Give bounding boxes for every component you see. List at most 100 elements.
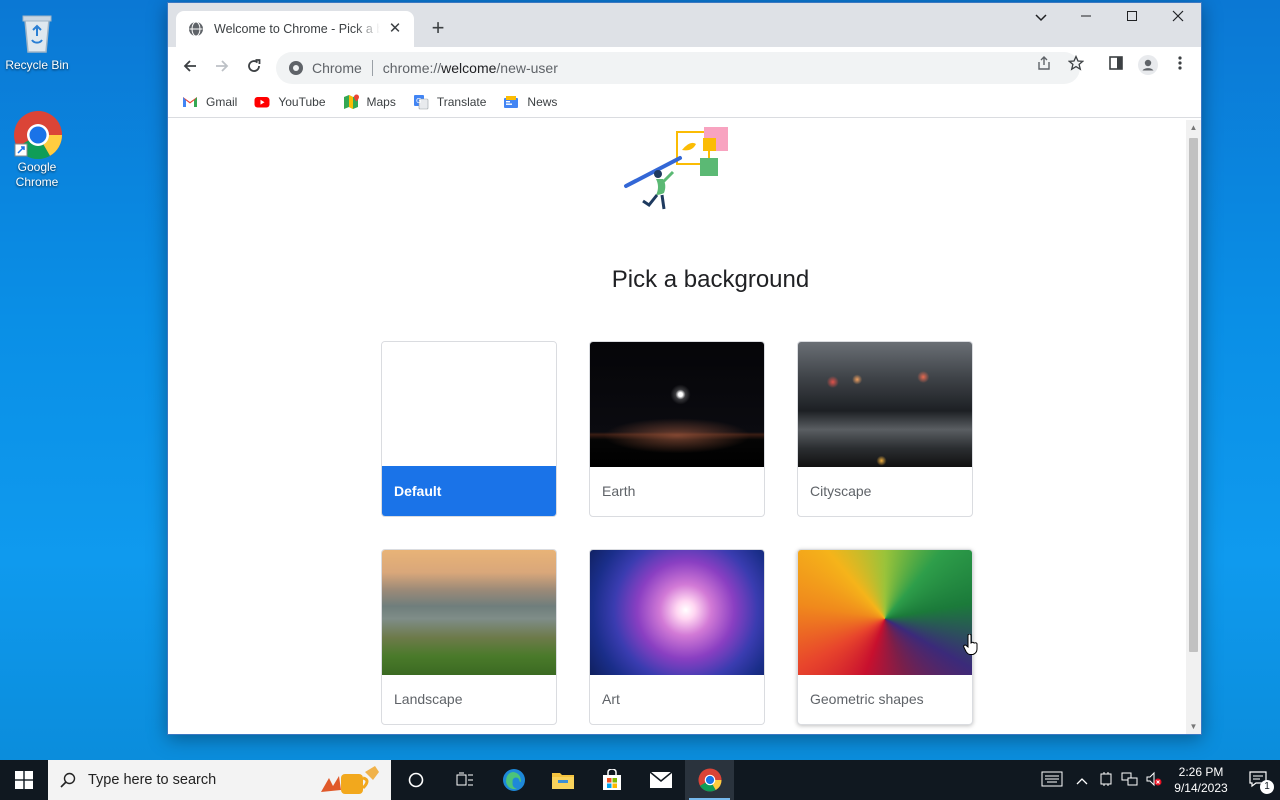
art-thumbnail <box>590 550 764 675</box>
painter-illustration <box>624 127 728 210</box>
background-card-earth[interactable]: Earth <box>589 341 765 517</box>
bookmark-star-icon[interactable] <box>1064 54 1088 79</box>
earth-thumbnail <box>590 342 764 467</box>
background-card-cityscape[interactable]: Cityscape <box>797 341 973 517</box>
google-chrome-desktop-icon[interactable]: Google Chrome <box>0 110 74 190</box>
card-label: Cityscape <box>810 483 872 499</box>
taskbar-search-box[interactable]: Type here to search <box>48 760 391 800</box>
show-hidden-icons-chevron-icon[interactable] <box>1070 773 1094 788</box>
welcome-page: Pick a background Default Earth Cityscap… <box>168 120 1186 734</box>
cortana-button[interactable] <box>391 760 440 800</box>
chrome-window: Welcome to Chrome - Pick a background ✕ … <box>167 2 1202 735</box>
bookmarks-bar: Gmail YouTube Maps G Translate News <box>168 87 1201 118</box>
globe-icon <box>189 21 203 37</box>
tab-welcome[interactable]: Welcome to Chrome - Pick a background ✕ <box>176 11 414 47</box>
folder-icon <box>551 773 574 789</box>
translate-icon: G <box>413 95 429 110</box>
title-bar: Welcome to Chrome - Pick a background ✕ … <box>168 3 1201 47</box>
bookmark-translate[interactable]: G Translate <box>413 94 487 110</box>
taskbar-chrome[interactable] <box>685 760 734 800</box>
network-icon[interactable] <box>1118 771 1142 790</box>
url-host: welcome <box>441 60 497 76</box>
card-label: Default <box>382 466 556 516</box>
maximize-button[interactable] <box>1109 3 1155 35</box>
taskbar-store[interactable] <box>587 760 636 800</box>
address-bar[interactable]: Chrome chrome://welcome/new-user <box>276 52 1080 84</box>
profile-avatar-icon[interactable] <box>1136 55 1160 79</box>
volume-muted-icon[interactable] <box>1142 771 1166 790</box>
card-label: Earth <box>602 483 636 499</box>
bookmark-label: News <box>527 95 558 109</box>
background-card-default[interactable]: Default <box>381 341 557 517</box>
cortana-circle-icon <box>408 772 423 788</box>
device-icon[interactable] <box>1094 771 1118 790</box>
tab-search-icon[interactable] <box>1018 3 1064 35</box>
recycle-bin-desktop-icon[interactable]: Recycle Bin <box>0 8 74 73</box>
svg-text:G: G <box>416 97 421 105</box>
minimize-button[interactable] <box>1063 3 1109 35</box>
gmail-icon <box>183 97 197 107</box>
chrome-site-icon <box>289 61 303 75</box>
page-scrollbar[interactable]: ▲ ▼ <box>1186 120 1201 734</box>
background-card-geometric-shapes[interactable]: Geometric shapes <box>797 549 973 725</box>
bookmark-label: YouTube <box>278 95 326 109</box>
bookmark-label: Translate <box>436 95 487 109</box>
notification-center-button[interactable]: 1 <box>1236 770 1280 794</box>
card-label: Art <box>602 691 620 707</box>
background-card-landscape[interactable]: Landscape <box>381 549 557 725</box>
clock-time: 2:26 PM <box>1178 765 1224 779</box>
chrome-logo-icon <box>13 110 63 160</box>
maps-icon <box>343 94 359 109</box>
task-view-icon <box>456 772 473 786</box>
scroll-up-arrow-icon[interactable]: ▲ <box>1186 120 1201 135</box>
bookmark-youtube[interactable]: YouTube <box>254 94 326 110</box>
start-button[interactable] <box>0 760 48 800</box>
card-label: Geometric shapes <box>810 691 924 707</box>
task-view-button[interactable] <box>440 760 489 800</box>
bookmark-label: Gmail <box>206 95 238 109</box>
reload-button[interactable] <box>241 55 267 81</box>
bookmark-maps[interactable]: Maps <box>343 94 396 110</box>
recycle-bin-label: Recycle Bin <box>5 58 69 72</box>
bookmark-gmail[interactable]: Gmail <box>182 94 237 110</box>
chrome-taskbar-icon <box>697 768 722 792</box>
url-scheme: chrome:// <box>382 60 442 76</box>
mail-envelope-icon <box>649 771 672 788</box>
youtube-icon <box>254 97 270 108</box>
taskbar: Type here to search 2:26 PM 9/14/2023 1 <box>0 760 1280 800</box>
taskbar-edge[interactable] <box>489 760 538 800</box>
taskbar-mail[interactable] <box>636 760 685 800</box>
notification-count-badge: 1 <box>1260 779 1274 794</box>
bookmark-news[interactable]: News <box>503 94 557 110</box>
toolbar: Chrome chrome://welcome/new-user <box>168 47 1201 87</box>
back-button[interactable] <box>177 55 203 81</box>
tab-close-icon[interactable]: ✕ <box>386 20 404 38</box>
card-label: Landscape <box>394 691 463 707</box>
default-thumbnail <box>382 342 556 467</box>
autumn-leaves-highlight-icon <box>321 766 379 794</box>
scroll-down-arrow-icon[interactable]: ▼ <box>1186 719 1201 734</box>
forward-arrow-icon <box>216 60 229 72</box>
background-card-art[interactable]: Art <box>589 549 765 725</box>
menu-kebab-icon[interactable] <box>1168 55 1192 79</box>
taskbar-file-explorer[interactable] <box>538 760 587 800</box>
keyboard-layout-icon[interactable] <box>1034 771 1070 790</box>
news-icon <box>504 96 519 108</box>
clock-date: 9/14/2023 <box>1174 781 1228 795</box>
windows-logo-icon <box>15 771 33 789</box>
share-icon[interactable] <box>1032 55 1056 79</box>
reload-icon <box>248 59 261 72</box>
close-window-button[interactable] <box>1155 3 1201 35</box>
bookmark-label: Maps <box>366 95 396 109</box>
recycle-bin-icon <box>13 8 61 56</box>
side-panel-icon[interactable] <box>1104 55 1128 79</box>
hand-cursor-icon <box>963 634 978 655</box>
system-clock[interactable]: 2:26 PM 9/14/2023 <box>1166 764 1236 796</box>
search-placeholder: Type here to search <box>88 772 217 788</box>
store-bag-icon <box>602 769 621 790</box>
back-arrow-icon <box>183 60 196 72</box>
new-tab-button[interactable]: + <box>426 17 450 41</box>
forward-button[interactable] <box>209 55 235 81</box>
system-tray: 2:26 PM 9/14/2023 1 <box>1034 760 1280 800</box>
scrollbar-thumb[interactable] <box>1189 138 1198 652</box>
